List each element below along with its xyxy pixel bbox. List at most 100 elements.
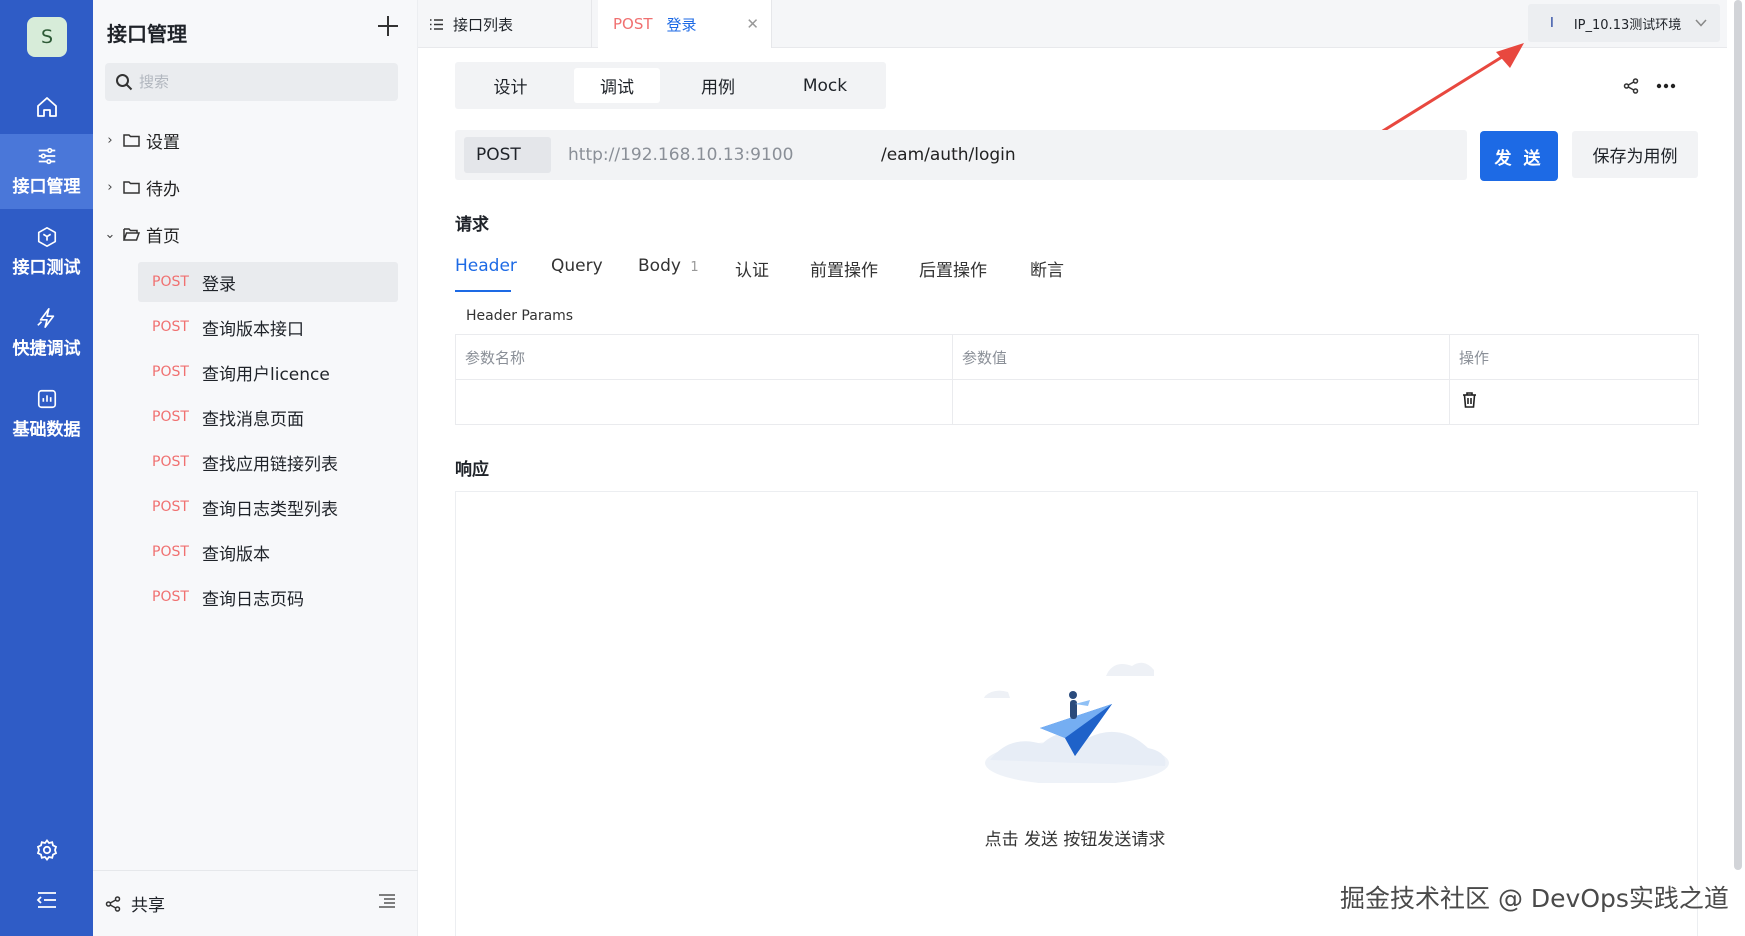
trash-icon [1463,392,1476,408]
param-value-cell[interactable] [952,379,1450,425]
sliders-icon [35,144,59,168]
tab-bar: 接口列表 POST 登录 ✕ I IP_10.13测试环境 [418,0,1727,48]
request-section-title: 请求 [455,215,489,235]
mode-mock[interactable]: Mock [775,68,875,103]
url-host[interactable]: http://192.168.10.13:9100 [568,145,793,165]
save-as-case-button[interactable]: 保存为用例 [1572,131,1698,178]
api-item[interactable]: POST 查找消息页面 [138,397,398,437]
api-item[interactable]: POST 查询日志类型列表 [138,487,398,527]
folder-icon [123,134,140,147]
param-name-cell[interactable] [455,379,953,425]
rail-api-management[interactable]: 接口管理 [0,134,93,209]
send-button[interactable]: 发 送 [1480,131,1558,181]
api-method: POST [152,454,189,470]
tab-query[interactable]: Query [551,256,603,276]
close-icon[interactable]: ✕ [746,15,759,33]
api-name: 查询用户licence [202,364,330,385]
mode-cases[interactable]: 用例 [675,68,761,103]
api-item[interactable]: POST 查找应用链接列表 [138,442,398,482]
tab-label: 登录 [666,15,697,34]
delete-button[interactable] [1462,392,1477,412]
column-header: 参数名称 [455,334,953,380]
api-method: POST [152,409,189,425]
paper-plane-illustration-icon [984,662,1169,783]
rail-home[interactable] [0,78,93,136]
api-method: POST [152,499,189,515]
tree-footer: 共享 [93,870,418,936]
chevron-down-icon: ⌄ [104,226,116,242]
empty-text-label: 点击 发送 按钮发送请求 [984,830,1166,850]
search-input[interactable] [139,73,379,91]
search-icon [116,74,133,91]
folder-label: 设置 [146,132,180,153]
active-tab-indicator [455,290,511,292]
method-select[interactable]: POST [464,137,551,173]
api-method: POST [152,319,189,335]
mode-design[interactable]: 设计 [462,68,559,103]
api-method: POST [152,544,189,560]
tree-title: 接口管理 [107,22,187,46]
url-path[interactable]: /eam/auth/login [881,145,1016,165]
share-button[interactable]: 共享 [131,891,165,916]
tab-pre-script[interactable]: 前置操作 [810,256,878,281]
folder-home[interactable]: ⌄ 首页 [103,219,180,249]
share-button[interactable] [1620,75,1642,97]
api-item[interactable]: POST 登录 [138,262,398,302]
tab-login[interactable]: POST 登录 ✕ [598,0,772,48]
rail-label: 快捷调试 [12,339,81,359]
url-bar[interactable]: POST http://192.168.10.13:9100 /eam/auth… [455,130,1467,180]
rail-base-data[interactable]: 基础数据 [0,387,93,452]
rail-quick-debug[interactable]: 快捷调试 [0,306,93,371]
rail-label: 接口测试 [12,258,81,278]
column-header: 参数值 [952,334,1450,380]
share-icon [105,895,121,912]
more-button[interactable] [1653,75,1679,97]
api-tree-panel: 接口管理 › 设置 › 待办 ⌄ 首页 POST 登录 POST 查询版本接口 … [93,0,418,936]
environment-selector[interactable]: I IP_10.13测试环境 [1528,4,1720,42]
folder-settings[interactable]: › 设置 [103,125,180,155]
lightning-icon [35,306,59,330]
api-item[interactable]: POST 查询版本 [138,532,398,572]
watermark-text: 掘金技术社区 @ DevOps实践之道 [1340,884,1729,913]
api-method: POST [152,274,189,290]
api-item[interactable]: POST 查询日志页码 [138,577,398,617]
rail-api-testing[interactable]: 接口测试 [0,225,93,290]
api-item[interactable]: POST 查询版本接口 [138,307,398,347]
avatar[interactable]: S [27,17,67,57]
tab-post-script[interactable]: 后置操作 [919,256,987,281]
env-label: IP_10.13测试环境 [1573,17,1682,33]
folder-todo[interactable]: › 待办 [103,172,180,202]
rail-settings[interactable] [0,838,93,868]
api-method: POST [152,364,189,380]
env-marker: I [1550,15,1554,31]
api-item[interactable]: POST 查询用户licence [138,352,398,392]
mode-switcher: 设计 调试 用例 Mock [455,62,886,109]
api-name: 查找消息页面 [202,409,304,430]
header-params-table: 参数名称 参数值 操作 [455,334,1699,425]
folder-open-icon [123,228,140,241]
tab-count: 1 [690,260,699,275]
tab-body[interactable]: Body 1 [638,256,699,276]
left-rail: S 接口管理 接口测试 快捷调试 基础数据 [0,0,93,936]
tab-auth[interactable]: 认证 [735,256,769,281]
search-box[interactable] [105,63,398,101]
api-name: 查询日志页码 [202,589,304,610]
folder-icon [123,181,140,194]
chevron-down-icon [1695,19,1707,27]
mode-debug[interactable]: 调试 [574,68,660,103]
tab-api-list[interactable]: 接口列表 [418,0,592,48]
rail-collapse[interactable] [0,888,93,914]
add-button[interactable] [373,14,403,44]
api-name: 登录 [202,274,236,295]
scrollbar[interactable] [1734,0,1742,870]
param-action-cell [1449,379,1699,425]
home-icon [35,95,59,119]
folder-label: 待办 [146,179,180,200]
collapse-menu-icon [35,888,59,912]
tab-assertions[interactable]: 断言 [1030,256,1064,281]
collapse-tree-button[interactable] [378,893,396,914]
tab-header[interactable]: Header [455,256,517,276]
chart-icon [35,387,59,411]
share-icon [1623,78,1639,94]
api-name: 查询日志类型列表 [202,499,338,520]
